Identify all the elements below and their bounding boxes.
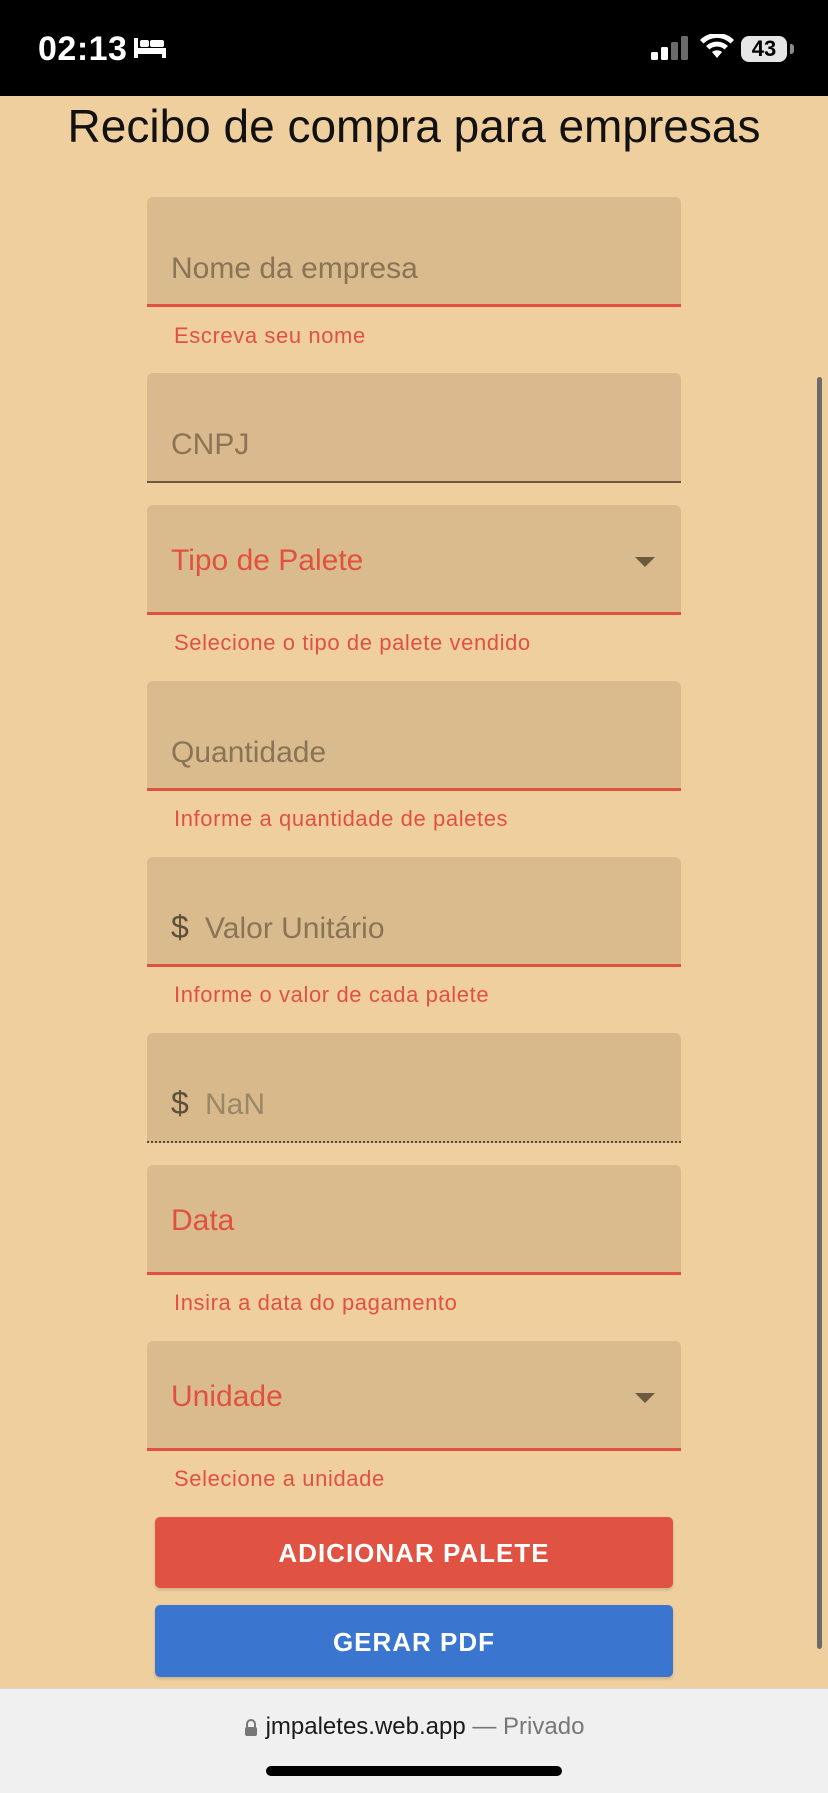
quantity-label: Quantidade: [171, 736, 327, 769]
battery-tip: [790, 44, 794, 54]
unit-value-label: Valor Unitário: [205, 912, 385, 945]
date-label: Data: [171, 1204, 235, 1237]
page-title: Recibo de compra para empresas: [67, 100, 761, 152]
home-indicator[interactable]: [266, 1766, 562, 1776]
company-name-helper: Escreva seu nome: [174, 323, 366, 348]
cnpj-label: CNPJ: [171, 428, 250, 461]
unit-select[interactable]: Unidade: [147, 1341, 681, 1451]
total-field: $ NaN: [147, 1033, 681, 1143]
chevron-down-icon: [635, 557, 655, 567]
unit-label: Unidade: [171, 1380, 283, 1413]
generate-pdf-button[interactable]: GERAR PDF: [155, 1605, 673, 1677]
signal-icon: [651, 36, 688, 60]
quantity-helper: Informe a quantidade de paletes: [174, 806, 509, 831]
cnpj-field[interactable]: CNPJ: [147, 373, 681, 483]
add-pallet-button[interactable]: ADICIONAR PALETE: [155, 1517, 673, 1588]
quantity-field[interactable]: Quantidade: [147, 681, 681, 791]
browser-address-bar[interactable]: jmpaletes.web.app — Privado: [0, 1688, 828, 1793]
battery-icon: 43: [741, 36, 787, 62]
pallet-type-select[interactable]: Tipo de Palete: [147, 505, 681, 615]
total-value: NaN: [205, 1088, 266, 1121]
scrollbar[interactable]: [817, 377, 822, 1649]
date-field[interactable]: Data: [147, 1165, 681, 1275]
url-domain: jmpaletes.web.app: [265, 1713, 466, 1740]
url-separator: —: [472, 1713, 497, 1740]
unit-helper: Selecione a unidade: [174, 1466, 385, 1491]
currency-prefix: $: [171, 1085, 189, 1121]
pallet-type-label: Tipo de Palete: [171, 544, 364, 577]
bed-icon: [134, 38, 166, 58]
url-display[interactable]: jmpaletes.web.app — Privado: [0, 1713, 828, 1741]
lock-icon: [244, 1719, 257, 1736]
company-name-label: Nome da empresa: [171, 252, 418, 285]
private-mode-label: Privado: [503, 1713, 585, 1740]
currency-prefix: $: [171, 909, 189, 945]
date-helper: Insira a data do pagamento: [174, 1290, 458, 1315]
wifi-icon: [700, 34, 734, 58]
company-name-field[interactable]: Nome da empresa: [147, 197, 681, 307]
status-time: 02:13: [38, 30, 128, 68]
chevron-down-icon: [635, 1393, 655, 1403]
pallet-type-helper: Selecione o tipo de palete vendido: [174, 630, 531, 655]
status-bar: 02:13 43: [0, 0, 828, 96]
battery-level: 43: [751, 36, 777, 61]
unit-value-helper: Informe o valor de cada palete: [174, 982, 490, 1007]
unit-value-field[interactable]: $ Valor Unitário: [147, 857, 681, 967]
